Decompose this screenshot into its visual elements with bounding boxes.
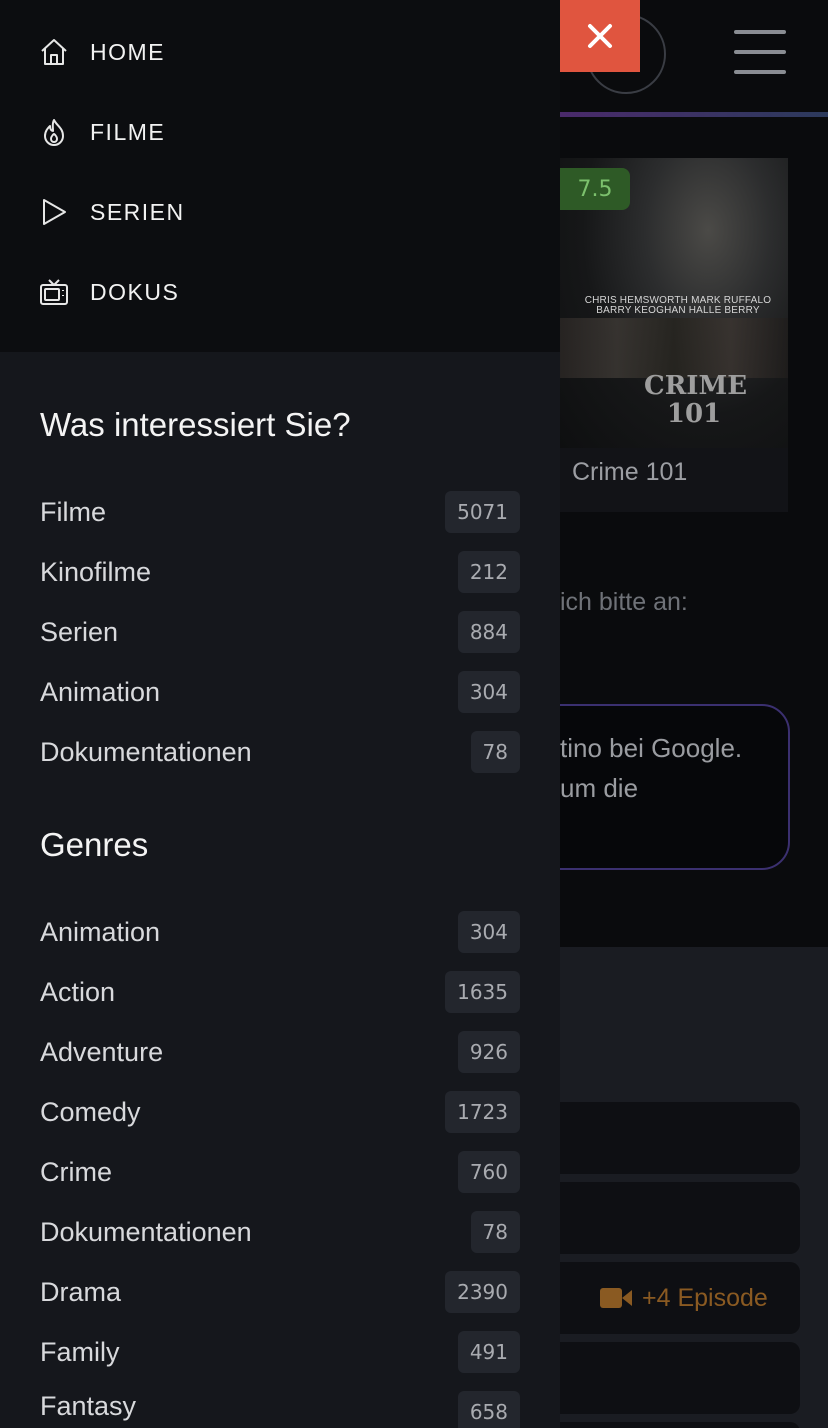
nav-label: SERIEN — [90, 198, 185, 225]
play-icon — [38, 196, 70, 228]
episode-row[interactable] — [540, 1102, 800, 1174]
list-item-label: Dokumentationen — [40, 1216, 252, 1247]
genre-item-animation[interactable]: Animation 304 — [40, 902, 520, 962]
menu-icon-bar — [734, 50, 786, 54]
episode-count-label: +4 Episode — [642, 1283, 768, 1312]
episode-row[interactable] — [540, 1342, 800, 1414]
interest-item-kinofilme[interactable]: Kinofilme 212 — [40, 542, 520, 602]
rating-badge: 7.5 — [560, 168, 630, 210]
list-item-label: Comedy — [40, 1096, 141, 1127]
interest-item-filme[interactable]: Filme 5071 — [40, 482, 520, 542]
movie-title[interactable]: Crime 101 — [572, 458, 687, 487]
list-item-label: Crime — [40, 1156, 112, 1187]
partial-text: ich bitte an: — [560, 588, 688, 616]
tv-icon — [38, 276, 70, 308]
list-item-label: Kinofilme — [40, 556, 152, 587]
list-item-label: Adventure — [40, 1036, 164, 1067]
genre-item-comedy[interactable]: Comedy 1723 — [40, 1082, 520, 1142]
nav-item-dokus[interactable]: DOKUS — [0, 252, 560, 332]
close-icon — [588, 24, 612, 48]
nav-item-serien[interactable]: SERIEN — [0, 172, 560, 252]
count-badge: 212 — [457, 551, 520, 593]
count-badge: 78 — [470, 731, 520, 773]
close-menu-button[interactable] — [560, 0, 640, 72]
nav-label: DOKUS — [90, 278, 180, 305]
poster-cast-image — [560, 318, 788, 378]
menu-icon-bar — [734, 70, 786, 74]
genre-item-fantasy[interactable]: Fantasy 658 — [40, 1382, 520, 1428]
section-title-interests: Was interessiert Sie? — [40, 406, 351, 443]
count-badge: 926 — [457, 1031, 520, 1073]
list-item-label: Animation — [40, 916, 161, 947]
nav-label: FILME — [90, 118, 166, 145]
nav-item-home[interactable]: HOME — [0, 12, 560, 92]
page: CHRIS HEMSWORTH MARK RUFFALO BARRY KEOGH… — [0, 0, 828, 1428]
genre-item-crime[interactable]: Crime 760 — [40, 1142, 520, 1202]
count-badge: 760 — [457, 1151, 520, 1193]
notice-text: tino bei Google. um die — [560, 728, 790, 808]
list-item-label: Action — [40, 976, 116, 1007]
interest-item-dokumentationen[interactable]: Dokumentationen 78 — [40, 722, 520, 782]
count-badge: 304 — [457, 671, 520, 713]
count-badge: 1723 — [445, 1091, 520, 1133]
genre-item-action[interactable]: Action 1635 — [40, 962, 520, 1022]
nav-item-filme[interactable]: FILME — [0, 92, 560, 172]
notice-line: tino bei Google. — [560, 733, 743, 763]
list-item-label: Animation — [40, 676, 161, 707]
genre-item-adventure[interactable]: Adventure 926 — [40, 1022, 520, 1082]
episode-row[interactable] — [540, 1422, 800, 1428]
count-badge: 658 — [457, 1391, 520, 1428]
genre-item-family[interactable]: Family 491 — [40, 1322, 520, 1382]
menu-button[interactable] — [734, 30, 786, 74]
poster-logo: CRIME 101 — [644, 371, 748, 429]
count-badge: 304 — [457, 911, 520, 953]
episode-row[interactable] — [540, 1182, 800, 1254]
menu-icon-bar — [734, 30, 786, 34]
genre-item-dokumentationen[interactable]: Dokumentationen 78 — [40, 1202, 520, 1262]
section-title-genres: Genres — [40, 826, 149, 863]
list-item-label: Filme — [40, 496, 106, 527]
count-badge: 491 — [457, 1331, 520, 1373]
interest-item-serien[interactable]: Serien 884 — [40, 602, 520, 662]
video-camera-icon — [600, 1287, 632, 1309]
count-badge: 1635 — [445, 971, 520, 1013]
notice-line: um die — [560, 773, 639, 803]
fire-icon — [38, 116, 70, 148]
list-item-label: Family — [40, 1336, 120, 1367]
poster-cast-names: CHRIS HEMSWORTH MARK RUFFALO BARRY KEOGH… — [584, 295, 772, 316]
home-icon — [38, 36, 70, 68]
interest-item-animation[interactable]: Animation 304 — [40, 662, 520, 722]
count-badge: 884 — [457, 611, 520, 653]
nav-label: HOME — [90, 38, 165, 65]
drawer-nav: HOME FILME SERIEN DOKUS — [0, 0, 560, 352]
count-badge: 5071 — [445, 491, 520, 533]
list-item-label: Serien — [40, 616, 119, 647]
side-drawer: HOME FILME SERIEN DOKUS Was interessiert… — [0, 0, 560, 1428]
count-badge: 2390 — [445, 1271, 520, 1313]
episode-count: +4 Episode — [600, 1280, 768, 1316]
list-item-label: Drama — [40, 1276, 122, 1307]
count-badge: 78 — [470, 1211, 520, 1253]
genre-item-drama[interactable]: Drama 2390 — [40, 1262, 520, 1322]
list-item-label: Fantasy — [40, 1391, 137, 1421]
list-item-label: Dokumentationen — [40, 736, 252, 767]
